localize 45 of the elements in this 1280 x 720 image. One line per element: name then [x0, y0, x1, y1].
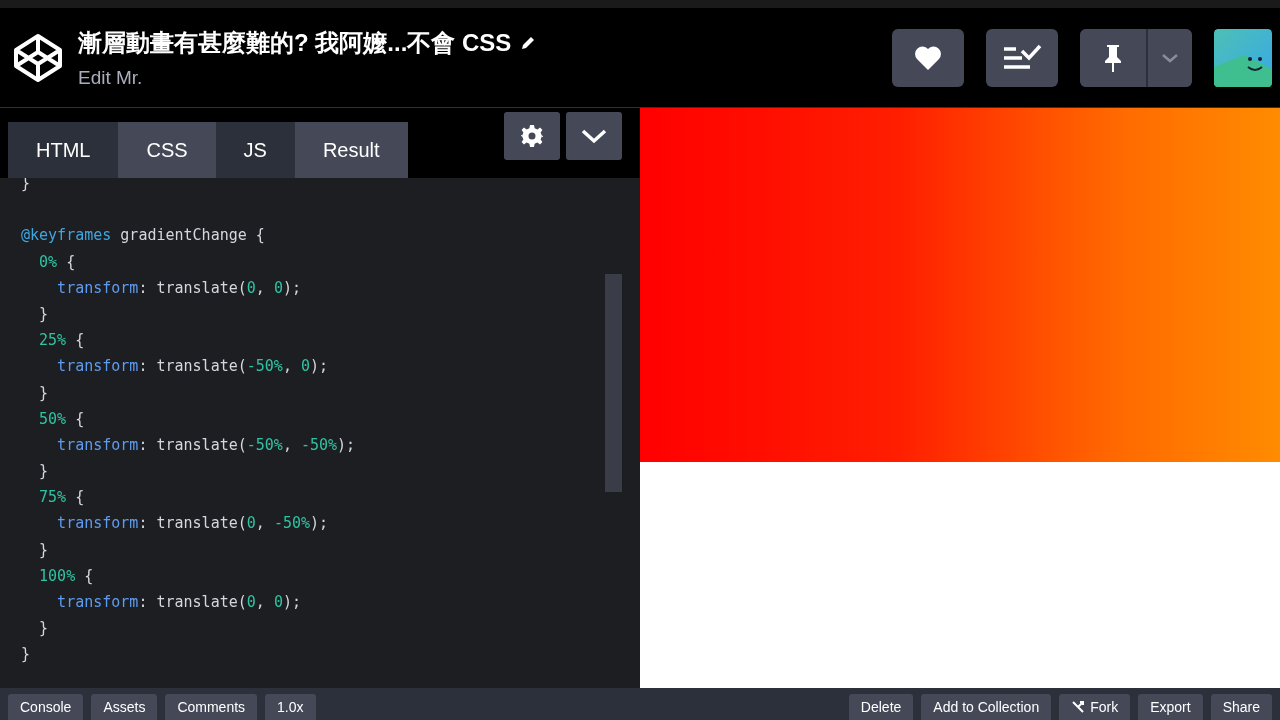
settings-icon [520, 124, 544, 148]
code-line: transform: translate(-50%, -50%); [56, 434, 357, 456]
code-line: 25% { [38, 330, 86, 352]
dropdown-button[interactable] [1148, 28, 1192, 87]
footer-button[interactable]: 1.0x [265, 694, 316, 720]
code-line: } [38, 618, 50, 640]
code-line: @keyframes gradientChange { [21, 225, 266, 247]
settings-button[interactable] [504, 112, 560, 160]
heart-icon [914, 44, 942, 71]
editor-tab[interactable]: HTML [8, 122, 119, 178]
chevron-button[interactable] [566, 112, 622, 160]
editor-tab[interactable]: CSS [118, 122, 216, 178]
code-line: } [38, 382, 50, 404]
footer-button[interactable]: Assets [91, 694, 158, 720]
code-line: transform: translate(0, 0); [56, 592, 302, 613]
code-line: } [38, 539, 50, 561]
code-line: transform: translate(0, 0); [56, 277, 302, 299]
author-name[interactable]: Edit Mr. [78, 66, 892, 89]
footer-button[interactable]: Console [8, 694, 84, 720]
pen-title: 漸層動畫有甚麼難的? 我阿嬤...不會 CSS [78, 27, 512, 58]
avatar-icon[interactable] [1214, 28, 1272, 87]
code-line: 75% { [38, 487, 86, 509]
code-line: } [38, 461, 50, 483]
chevron-icon [581, 128, 607, 144]
code-line: transform: translate(-50%, 0); [56, 356, 330, 378]
code-line: } [38, 303, 50, 325]
pin-button[interactable] [1080, 28, 1146, 87]
footer-button[interactable]: Fork [1059, 694, 1131, 720]
code-line: 50% { [38, 408, 86, 430]
scrollbar-thumb[interactable] [605, 274, 622, 492]
list-check-button[interactable] [986, 28, 1058, 87]
editor-tab[interactable]: Result [294, 122, 408, 178]
code-line: 100% { [38, 565, 95, 587]
footer-button[interactable]: Comments [165, 694, 258, 720]
fork-icon [1071, 700, 1086, 714]
caret-icon [1161, 52, 1179, 63]
code-line: } [21, 644, 32, 666]
footer-button[interactable]: Add to Collection [921, 694, 1052, 720]
footer-button[interactable]: Export [1138, 694, 1203, 720]
code-line: 0% { [38, 251, 77, 273]
code-line: transform: translate(0, -50%); [56, 513, 330, 535]
editor-tab[interactable]: JS [215, 122, 295, 178]
heart-button[interactable] [892, 28, 964, 87]
footer-button[interactable]: Share [1210, 694, 1272, 720]
footer-button[interactable]: Delete [848, 694, 914, 720]
